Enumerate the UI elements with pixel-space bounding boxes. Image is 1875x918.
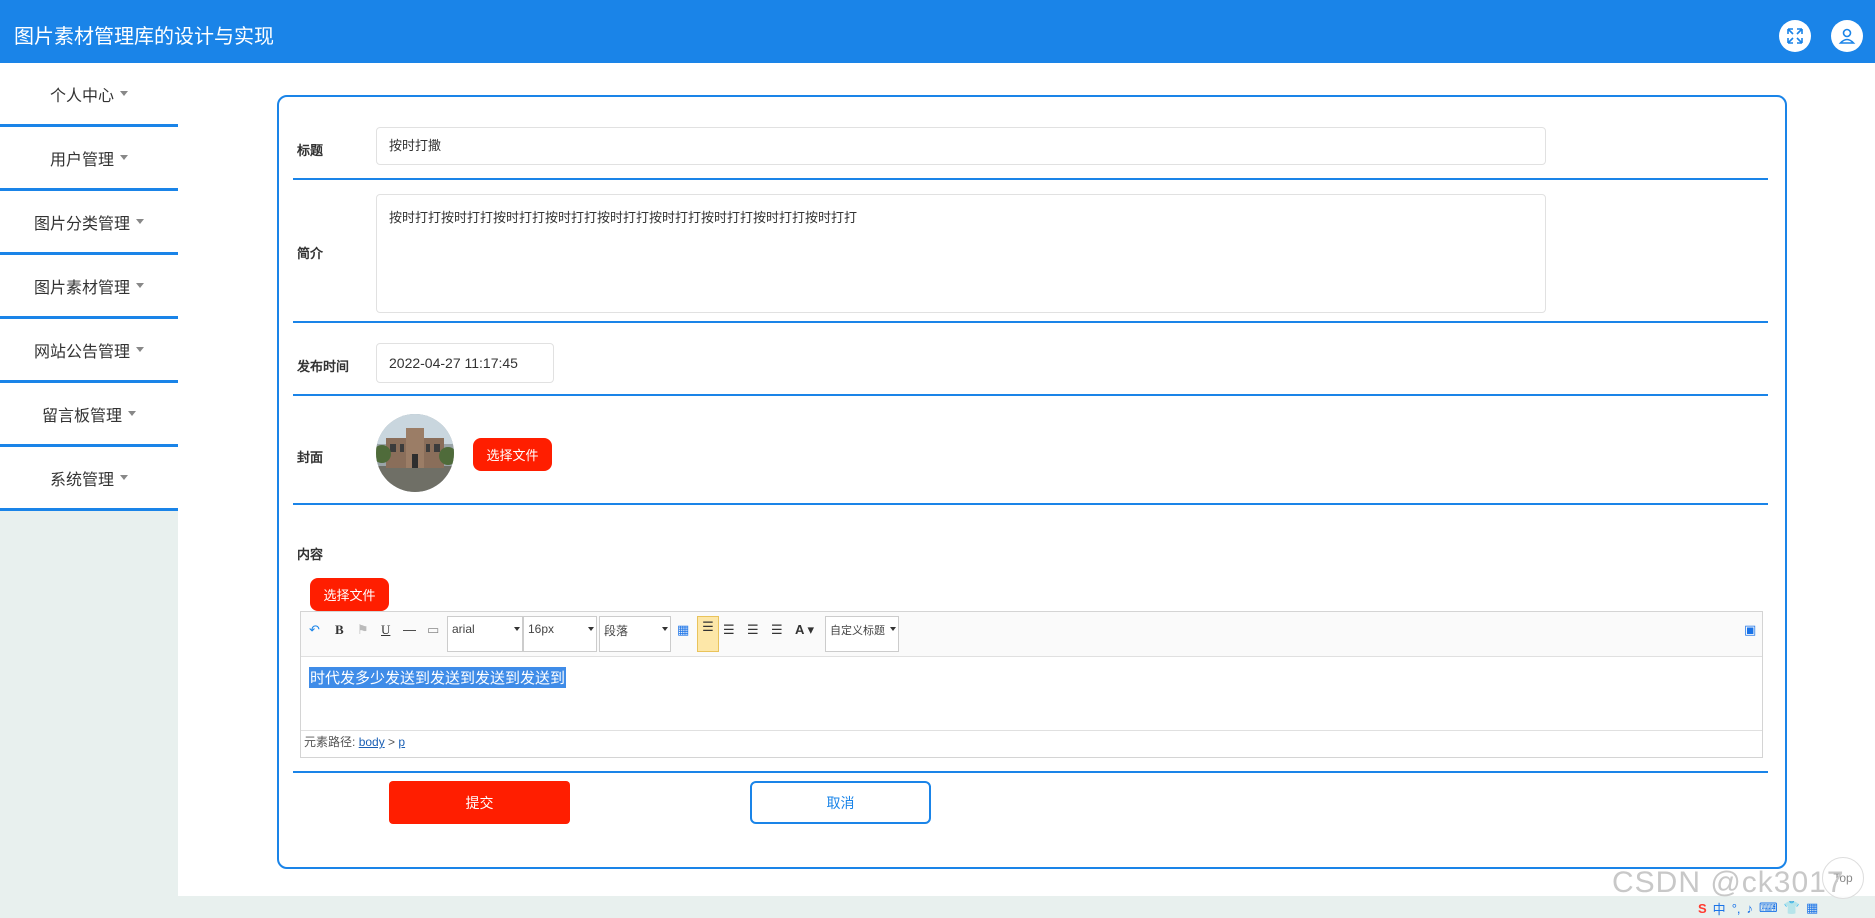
caret-down-icon (136, 219, 144, 224)
cancel-button[interactable]: 取消 (750, 781, 931, 824)
punctuation-icon[interactable]: °, (1732, 901, 1741, 916)
watermark: CSDN @ck3017 (1612, 866, 1845, 899)
caret-down-icon (120, 475, 128, 480)
sidebar-item-personal-center[interactable]: 个人中心 (0, 63, 178, 127)
align-justify-icon[interactable]: ☰ (771, 622, 783, 638)
editor-content[interactable]: 时代发多少发送到发送到发送到发送到 (301, 657, 1762, 730)
ime-mode[interactable]: 中 (1713, 899, 1726, 918)
format-brush-icon[interactable]: ⚑ (357, 622, 369, 638)
fullscreen-icon[interactable] (1779, 20, 1811, 52)
custom-heading-select[interactable]: 自定义标题 (825, 616, 899, 652)
font-family-value: arial (452, 622, 475, 636)
align-right-icon[interactable]: ☰ (723, 622, 735, 638)
sidebar-item-label: 用户管理 (49, 151, 114, 169)
sidebar-item-label: 个人中心 (49, 87, 114, 105)
dropdown-arrow-icon (588, 627, 594, 631)
dropdown-arrow-icon (514, 627, 520, 631)
sidebar-item-label: 留言板管理 (41, 407, 122, 425)
top-bar: 图片素材管理库的设计与实现 (0, 0, 1875, 63)
cover-image (376, 414, 454, 492)
element-path: 元素路径: body > p (301, 730, 1762, 757)
intro-textarea[interactable]: 按时打打按时打打按时打打按时打打按时打打按时打打按时打打按时打打按时打打 (376, 194, 1546, 313)
microphone-icon[interactable]: ♪ (1747, 901, 1754, 916)
caret-down-icon (120, 155, 128, 160)
font-size-select[interactable]: 16px (523, 616, 597, 652)
path-p-link[interactable]: p (398, 735, 405, 749)
paragraph-value: 段落 (604, 624, 629, 638)
sidebar-item-label: 网站公告管理 (33, 343, 130, 361)
caret-down-icon (136, 347, 144, 352)
element-path-label: 元素路径: (304, 735, 356, 749)
rich-text-editor: ↶ B ⚑ U — ▭ arial 16px 段落 ▦ ☰ ☰ ☰ ☰ A ▾ … (300, 611, 1763, 758)
caret-down-icon (128, 411, 136, 416)
caret-down-icon (136, 283, 144, 288)
sidebar-item-system-management[interactable]: 系统管理 (0, 447, 178, 511)
sidebar-item-category-management[interactable]: 图片分类管理 (0, 191, 178, 255)
time-label: 发布时间 (297, 359, 350, 374)
content-select-file-button[interactable]: 选择文件 (310, 578, 389, 611)
app-title: 图片素材管理库的设计与实现 (14, 26, 274, 48)
bold-icon[interactable]: B (335, 622, 344, 638)
sidebar-item-label: 图片素材管理 (33, 279, 130, 297)
align-left-icon[interactable]: ☰ (697, 616, 719, 652)
dropdown-arrow-icon (662, 627, 668, 631)
skin-icon[interactable]: 👕 (1784, 900, 1800, 916)
table-icon[interactable]: ▦ (677, 622, 689, 638)
sogou-icon[interactable]: S (1698, 901, 1707, 916)
selected-text: 时代发多少发送到发送到发送到发送到 (309, 667, 567, 688)
toolbox-icon[interactable]: ▦ (1806, 900, 1818, 916)
intro-label: 简介 (297, 246, 324, 261)
sidebar-item-user-management[interactable]: 用户管理 (0, 127, 178, 191)
editor-toolbar: ↶ B ⚑ U — ▭ arial 16px 段落 ▦ ☰ ☰ ☰ ☰ A ▾ … (301, 612, 1762, 657)
user-icon[interactable] (1831, 20, 1863, 52)
sidebar-item-material-management[interactable]: 图片素材管理 (0, 255, 178, 319)
font-color-icon[interactable]: A ▾ (795, 622, 814, 638)
content-label: 内容 (297, 547, 324, 562)
custom-heading-value: 自定义标题 (830, 625, 885, 637)
cover-label: 封面 (297, 450, 324, 465)
path-body-link[interactable]: body (359, 735, 385, 749)
font-size-value: 16px (528, 622, 555, 636)
keyboard-icon[interactable]: ⌨ (1759, 900, 1778, 916)
submit-button[interactable]: 提交 (389, 781, 570, 824)
sidebar-item-message-board[interactable]: 留言板管理 (0, 383, 178, 447)
page-icon[interactable]: ▭ (427, 622, 439, 638)
horizontal-rule-icon[interactable]: — (403, 622, 416, 637)
cover-select-file-button[interactable]: 选择文件 (473, 438, 552, 471)
title-row: 标题 按时打撒 (293, 97, 1768, 180)
sidebar-item-announcement-management[interactable]: 网站公告管理 (0, 319, 178, 383)
sidebar-item-label: 系统管理 (49, 471, 114, 489)
intro-row: 简介 按时打打按时打打按时打打按时打打按时打打按时打打按时打打按时打打按时打打 (293, 180, 1768, 323)
undo-icon[interactable]: ↶ (309, 622, 320, 638)
paragraph-select[interactable]: 段落 (599, 616, 671, 652)
cover-row: 封面 选择文件 (293, 396, 1768, 505)
publish-time-input[interactable]: 2022-04-27 11:17:45 (376, 343, 554, 383)
caret-down-icon (120, 91, 128, 96)
underline-icon[interactable]: U (381, 622, 390, 638)
sidebar: 个人中心 用户管理 图片分类管理 图片素材管理 网站公告管理 留言板管理 系统管… (0, 63, 178, 918)
fullscreen-editor-icon[interactable]: ▣ (1744, 622, 1756, 638)
dropdown-arrow-icon (890, 627, 896, 631)
edit-form: 标题 按时打撒 简介 按时打打按时打打按时打打按时打打按时打打按时打打按时打打按… (277, 95, 1787, 869)
align-center-icon[interactable]: ☰ (747, 622, 759, 638)
title-label: 标题 (297, 143, 324, 158)
time-row: 发布时间 2022-04-27 11:17:45 (293, 323, 1768, 396)
path-separator: > (384, 735, 399, 749)
font-family-select[interactable]: arial (447, 616, 523, 652)
sidebar-item-label: 图片分类管理 (33, 215, 130, 233)
system-tray: S 中 °, ♪ ⌨ 👕 ▦ (1698, 898, 1818, 918)
title-input[interactable]: 按时打撒 (376, 127, 1546, 165)
divider (293, 771, 1768, 773)
